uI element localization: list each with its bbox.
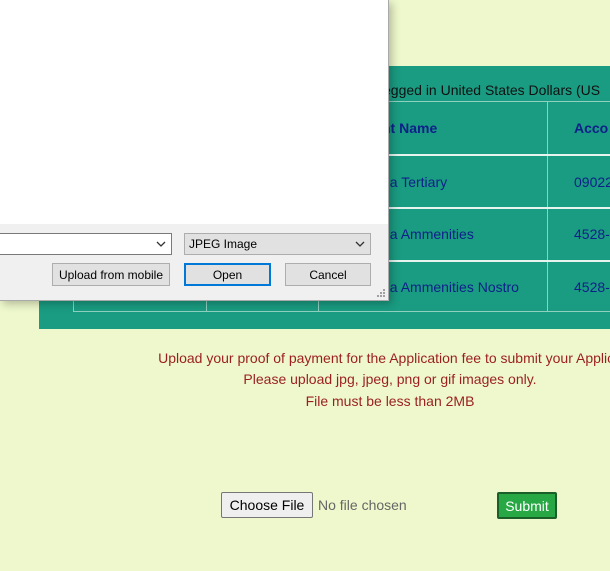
file-list-area[interactable] <box>0 0 388 224</box>
table-cell-account-number: 4528- <box>574 226 610 242</box>
file-input: Choose File No file chosen <box>221 492 407 518</box>
panel-heading: egged in United States Dollars (US <box>383 82 601 98</box>
upload-instruction: Upload your proof of payment for the App… <box>158 350 610 366</box>
chevron-down-icon[interactable] <box>155 237 167 251</box>
file-type-select[interactable]: JPEG Image <box>184 233 371 255</box>
table-cell-account-number: 4528- <box>574 279 610 295</box>
table-cell-account-name: ga Ammenities <box>382 226 474 242</box>
chevron-down-icon[interactable] <box>354 237 366 251</box>
table-cell-account-name: ga Tertiary <box>382 174 448 190</box>
file-status-text: No file chosen <box>318 497 407 513</box>
table-cell-account-name: ga Ammenities Nostro <box>382 279 519 295</box>
file-name-combobox[interactable] <box>0 233 172 255</box>
upload-size-note: File must be less than 2MB <box>305 393 475 409</box>
column-header-account-number: Acco <box>574 120 609 136</box>
column-header-account-name: nt Name <box>382 120 438 136</box>
cancel-button[interactable]: Cancel <box>285 263 371 286</box>
file-open-dialog: JPEG Image Upload from mobile Open Cance… <box>0 0 389 301</box>
table-cell-account-number: 09022 <box>574 174 610 190</box>
file-type-value: JPEG Image <box>189 237 258 251</box>
choose-file-button[interactable]: Choose File <box>221 492 313 518</box>
resize-grip-icon[interactable] <box>376 288 386 298</box>
submit-button[interactable]: Submit <box>497 492 557 519</box>
dialog-footer: JPEG Image Upload from mobile Open Cance… <box>0 224 388 300</box>
upload-format-note: Please upload jpg, jpeg, png or gif imag… <box>243 371 537 387</box>
open-button[interactable]: Open <box>184 263 271 286</box>
upload-from-mobile-button[interactable]: Upload from mobile <box>52 263 170 286</box>
